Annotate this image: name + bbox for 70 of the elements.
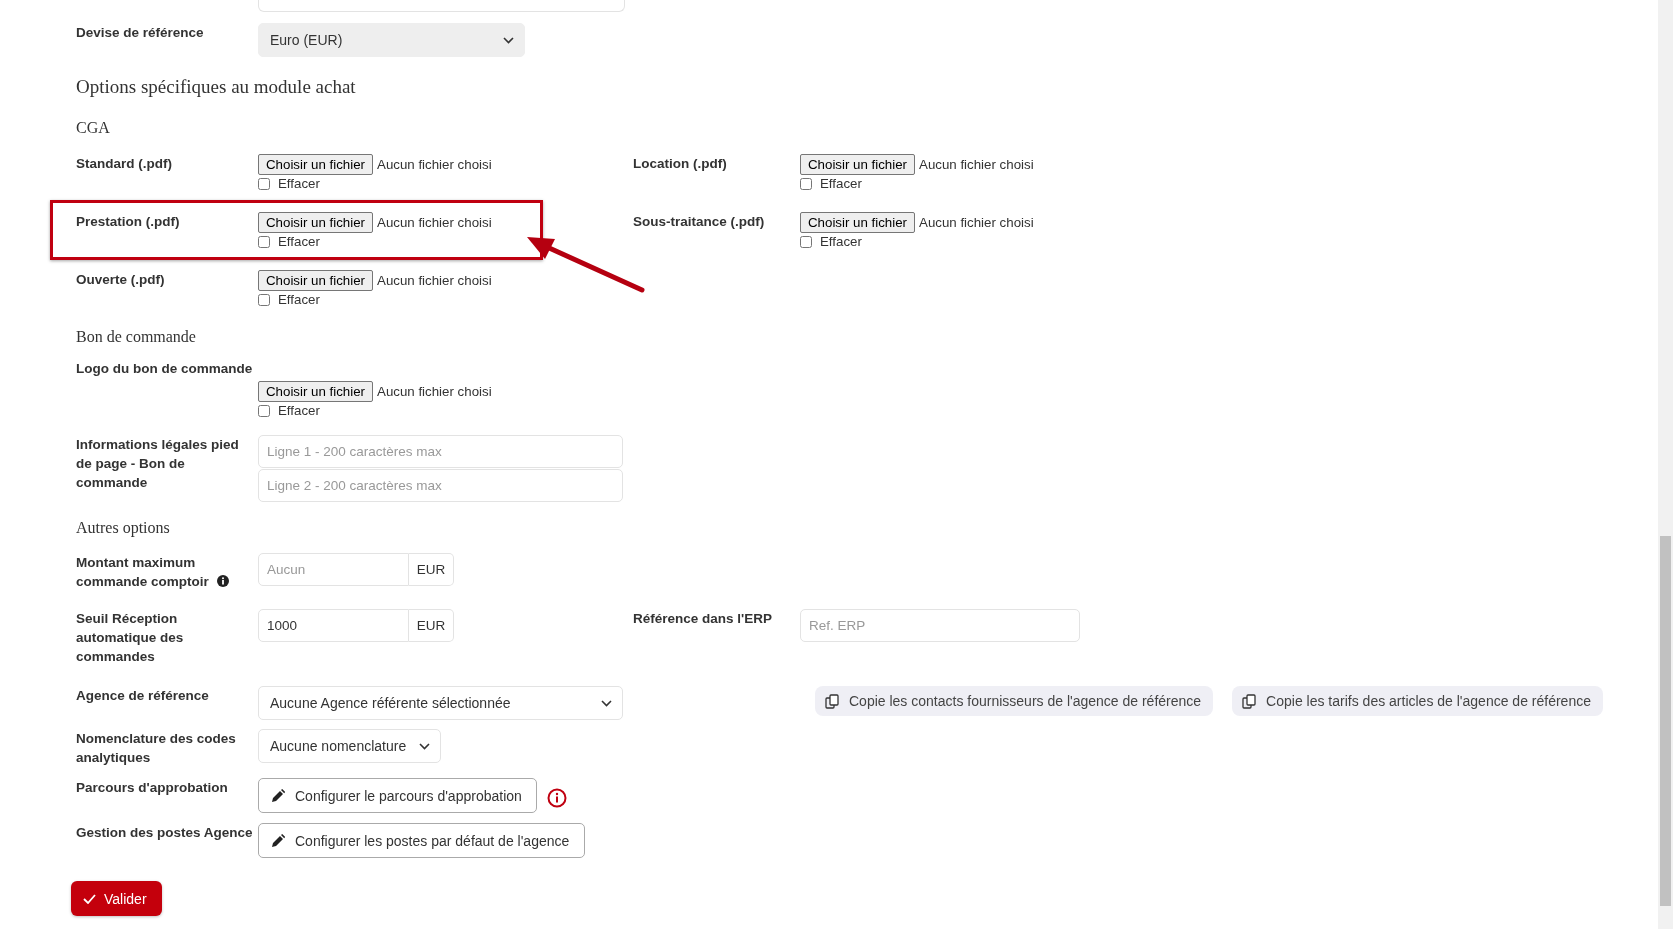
label-text: Location (.pdf) (633, 156, 727, 171)
choose-file-button[interactable]: Choisir un fichier (800, 212, 916, 233)
clear-label: Effacer (278, 292, 320, 307)
label-text: Ouverte (.pdf) (76, 272, 165, 287)
amount-input[interactable]: Aucun (258, 553, 409, 586)
clear-checkbox[interactable] (800, 235, 812, 248)
label-text: Montant maximum commande comptoir (76, 555, 209, 589)
info-icon (216, 575, 229, 587)
clear-checkbox[interactable] (258, 293, 270, 306)
currency-select[interactable]: Euro (EUR) (258, 23, 525, 57)
copy-icon (825, 693, 839, 709)
copy-icon (1242, 693, 1257, 709)
scrollbar-thumb[interactable] (1660, 536, 1671, 906)
section-title: Options spécifiques au module achat (76, 76, 356, 98)
field-label: Nomenclature des codes analytiques (76, 730, 237, 767)
file-status: Aucun fichier choisi (919, 157, 1034, 172)
file-status: Aucun fichier choisi (919, 215, 1034, 230)
currency-addon: EUR (409, 553, 454, 586)
scrollbar[interactable] (1658, 0, 1673, 929)
section-subtitle: CGA (76, 119, 110, 137)
clear-label: Effacer (820, 234, 862, 249)
input-field[interactable] (258, 0, 625, 12)
field-label: Référence dans l'ERP (633, 610, 773, 628)
choose-file-button[interactable]: Choisir un fichier (258, 154, 374, 175)
clear-label: Effacer (278, 176, 320, 191)
file-status: Aucun fichier choisi (377, 157, 492, 172)
field-label: Agence de référence (76, 687, 210, 705)
chevron-down-icon (503, 36, 514, 44)
input-field[interactable]: Ligne 1 - 200 caractères max (258, 435, 623, 468)
label-text: Prestation (.pdf) (76, 214, 180, 229)
choose-file-button[interactable]: Choisir un fichier (258, 381, 374, 402)
field-label: Parcours d'approbation (76, 779, 229, 797)
choose-file-button[interactable]: Choisir un fichier (800, 154, 916, 175)
section-subtitle: Bon de commande (76, 328, 196, 346)
field-label: Logo du bon de commande (76, 360, 254, 378)
input-field[interactable]: Ref. ERP (800, 609, 1080, 642)
amount-input[interactable]: 1000 (258, 609, 409, 642)
choose-file-button[interactable]: Choisir un fichier (258, 270, 374, 291)
clear-checkbox[interactable] (258, 235, 270, 248)
clear-checkbox[interactable] (258, 404, 270, 417)
configure-button[interactable]: Configurer le parcours d'approbation (258, 778, 537, 813)
label-text: Standard (.pdf) (76, 156, 172, 171)
clear-checkbox[interactable] (800, 177, 812, 190)
check-icon (83, 893, 96, 904)
clear-label: Effacer (820, 176, 862, 191)
clear-checkbox[interactable] (258, 177, 270, 190)
clear-label: Effacer (278, 403, 320, 418)
section-subtitle: Autres options (76, 519, 170, 537)
agency-select[interactable]: Aucune Agence référente sélectionnée (258, 686, 623, 720)
file-status: Aucun fichier choisi (377, 384, 492, 399)
pencil-icon (271, 788, 285, 803)
field-label: Informations légales pied de page - Bon de commande (76, 436, 240, 492)
file-status: Aucun fichier choisi (377, 273, 492, 288)
clear-label: Effacer (278, 234, 320, 249)
currency-addon: EUR (409, 609, 454, 642)
chevron-down-icon (419, 742, 430, 750)
submit-button[interactable]: Valider (71, 881, 162, 916)
field-label: Gestion des postes Agence (76, 824, 254, 842)
configure-button[interactable]: Configurer les postes par défaut de l'agence (258, 823, 585, 858)
copy-button[interactable]: Copie les contacts fournisseurs de l'agence de référence (815, 686, 1214, 716)
chevron-down-icon (601, 699, 612, 707)
label-text: Sous-traitance (.pdf) (633, 214, 765, 229)
choose-file-button[interactable]: Choisir un fichier (258, 212, 374, 233)
input-field[interactable]: Ligne 2 - 200 caractères max (258, 469, 623, 502)
field-label: Seuil Réception automatique des commandes (76, 610, 185, 666)
nomenclature-select[interactable]: Aucune nomenclature (258, 729, 441, 763)
pencil-icon (271, 833, 285, 848)
file-status: Aucun fichier choisi (377, 215, 492, 230)
field-label: Devise de référence (76, 24, 205, 42)
copy-button[interactable]: Copie les tarifs des articles de l'agence de référence (1232, 686, 1603, 716)
